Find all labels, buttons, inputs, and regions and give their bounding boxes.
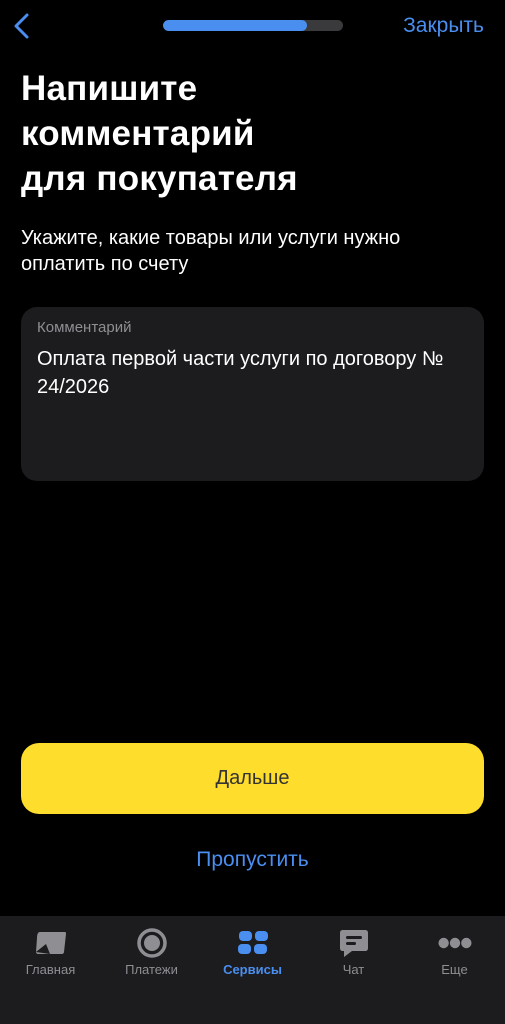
- progress-bar: [163, 20, 343, 31]
- tab-label: Главная: [25, 962, 76, 977]
- services-icon: [236, 928, 270, 958]
- page-title-line: для покупателя: [21, 159, 298, 198]
- comment-field-label: Комментарий: [37, 319, 132, 336]
- tab-label: Еще: [441, 962, 468, 977]
- tab-chat[interactable]: Чат: [303, 916, 404, 996]
- tab-label: Платежи: [125, 962, 178, 977]
- skip-button[interactable]: Пропустить: [0, 848, 505, 872]
- chevron-left-icon: [14, 13, 29, 39]
- tab-more[interactable]: Еще: [404, 916, 505, 996]
- tab-payments[interactable]: Платежи: [101, 916, 202, 996]
- page-title-line: комментарий: [21, 114, 255, 153]
- next-button[interactable]: Дальше: [21, 743, 484, 814]
- more-icon: [437, 928, 472, 958]
- comment-field-value[interactable]: Оплата первой части услуги по договору №…: [37, 345, 468, 401]
- page-title: Напишите комментарий для покупателя: [21, 66, 481, 201]
- payments-icon: [135, 928, 169, 958]
- page-subtitle: Укажите, какие товары или услуги нужно о…: [21, 227, 401, 275]
- tab-home[interactable]: Главная: [0, 916, 101, 996]
- tab-label: Сервисы: [223, 962, 282, 977]
- progress-bar-fill: [163, 20, 307, 31]
- tab-services[interactable]: Сервисы: [202, 916, 303, 996]
- home-icon: [34, 928, 68, 958]
- chat-icon: [337, 928, 371, 958]
- tab-bar: Главная Платежи Сервисы Чат Еще: [0, 916, 505, 1024]
- page-title-line: Напишите: [21, 69, 198, 108]
- top-bar: Закрыть: [0, 0, 505, 56]
- close-button[interactable]: Закрыть: [403, 14, 484, 38]
- comment-field[interactable]: Комментарий Оплата первой части услуги п…: [21, 307, 484, 481]
- screen: Закрыть Напишите комментарий для покупат…: [0, 0, 505, 1024]
- back-button[interactable]: [6, 8, 36, 44]
- tab-label: Чат: [342, 962, 365, 977]
